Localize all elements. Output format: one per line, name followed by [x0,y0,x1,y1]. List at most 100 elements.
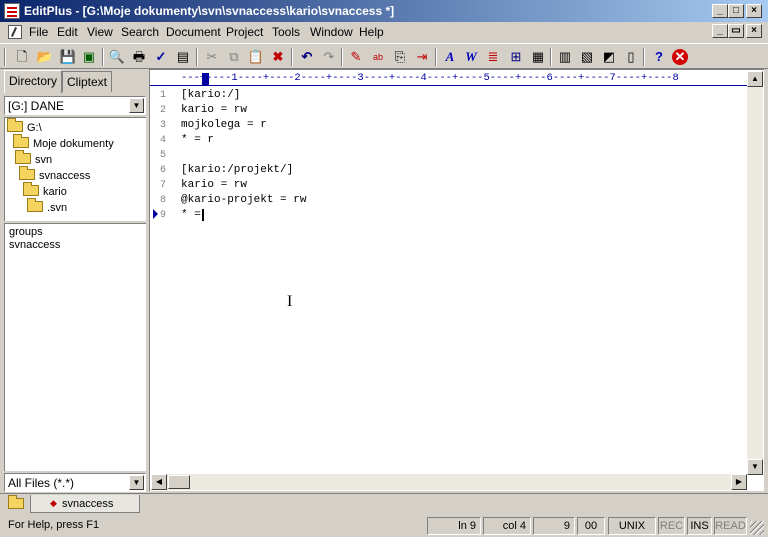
mdi-restore-button[interactable]: ▭ [728,24,744,38]
scroll-left-button[interactable]: ◀ [151,474,167,490]
line-number: 7 [160,180,167,191]
close-button[interactable]: × [746,4,762,18]
save-icon[interactable]: 💾 [59,48,77,66]
code-line[interactable]: @kario-projekt = rw [181,193,306,208]
folder-open-icon [15,150,31,164]
menu-project[interactable]: Project [226,25,263,39]
file-list[interactable]: groups svnaccess [4,223,146,471]
code-line[interactable]: [kario:/projekt/] [181,163,293,178]
html-preview-icon[interactable]: ▤ [174,48,192,66]
replace-icon[interactable]: ab [369,48,387,66]
paste-icon[interactable]: 📋 [247,48,265,66]
editor-pane[interactable]: ---+----1----+----2----+----3----+----4-… [149,69,764,491]
status-file-format[interactable]: UNIX [608,517,656,535]
find-icon[interactable]: ✎ [347,48,365,66]
folder-open-icon [23,182,39,196]
menu-search[interactable]: Search [121,25,159,39]
list-item[interactable]: groups [9,226,43,238]
code-line[interactable]: * = r [181,133,214,148]
line-number: 8 [160,195,167,206]
copy-icon[interactable]: ⧉ [225,48,243,66]
browser-icon[interactable]: ◩ [600,48,618,66]
tree-item-svn-hidden[interactable]: .svn [27,198,67,217]
code-line[interactable]: kario = rw [181,178,247,193]
text-cursor [202,209,204,221]
chevron-down-icon[interactable]: ▼ [129,475,144,490]
find-in-files-icon[interactable]: ⎘ [391,48,409,66]
status-hex-code: 00 [577,517,605,535]
resize-grip-icon[interactable] [750,521,764,535]
line-number: 3 [160,120,167,131]
print-preview-icon[interactable]: 🔍 [108,48,126,66]
font-icon[interactable]: A [441,48,459,66]
ruler: ---+----1----+----2----+----3----+----4-… [181,72,679,84]
column-select-icon[interactable]: ⊞ [507,48,525,66]
scroll-up-button[interactable]: ▲ [747,71,763,87]
line-number: 6 [160,165,167,176]
line-number: 9 [160,210,167,221]
document-icon[interactable] [8,25,22,39]
menu-help[interactable]: Help [359,25,384,39]
menu-edit[interactable]: Edit [57,25,78,39]
directory-window-icon[interactable]: ▥ [556,48,574,66]
document-tab[interactable]: ◆ svnaccess [30,495,140,513]
line-number: 4 [160,135,167,146]
ruler-icon[interactable]: ▦ [529,48,547,66]
list-item[interactable]: svnaccess [9,239,60,251]
toolbar-separator [291,48,293,66]
undo-icon[interactable]: ↶ [298,48,316,66]
drive-select[interactable]: [G:] DANE ▼ [4,96,146,115]
status-ins[interactable]: INS [687,517,712,535]
tab-cliptext[interactable]: Cliptext [62,71,113,92]
output-window-icon[interactable]: ▧ [578,48,596,66]
mdi-minimize-button[interactable]: _ [712,24,728,38]
cut-icon[interactable]: ✂ [203,48,221,66]
menu-document[interactable]: Document [166,25,221,39]
status-rec: REC [658,517,685,535]
directory-tree[interactable]: G:\ Moje dokumenty svn svnaccess kario .… [4,117,146,221]
scroll-right-button[interactable]: ▶ [731,474,747,490]
chevron-down-icon[interactable]: ▼ [129,98,144,113]
status-read[interactable]: READ [714,517,747,535]
save-all-icon[interactable]: ▣ [80,48,98,66]
menu-tools[interactable]: Tools [272,25,300,39]
code-line[interactable]: kario = rw [181,103,247,118]
goto-line-icon[interactable]: ⇥ [413,48,431,66]
title-bar: EditPlus - [G:\Moje dokumenty\svn\svnacc… [0,0,768,22]
line-number-icon[interactable]: ≣ [484,48,502,66]
stop-icon[interactable]: ✕ [672,49,688,65]
file-filter-select[interactable]: All Files (*.*) ▼ [4,473,146,492]
code-line[interactable]: mojkolega = r [181,118,267,133]
menu-window[interactable]: Window [310,25,353,39]
tab-directory[interactable]: Directory [4,70,63,93]
status-column: col 4 [483,517,531,535]
scroll-down-button[interactable]: ▼ [747,459,763,475]
horizontal-scrollbar[interactable]: ◀ ▶ [151,474,747,490]
tree-item-moje-dokumenty[interactable]: Moje dokumenty [13,134,114,153]
help-icon[interactable]: ? [650,48,668,66]
scroll-thumb[interactable] [168,475,190,489]
menu-file[interactable]: File [29,25,48,39]
redo-icon[interactable]: ↷ [320,48,338,66]
menu-view[interactable]: View [87,25,113,39]
folder-icon[interactable] [8,495,24,509]
ruler-divider [150,85,747,86]
app-icon[interactable] [4,3,20,19]
open-folder-icon[interactable]: 📂 [36,48,54,66]
word-wrap-icon[interactable]: W [462,48,480,66]
new-file-icon[interactable]: 🗋 [13,48,31,66]
modified-marker-icon: ◆ [50,498,57,508]
code-line[interactable]: * = [181,208,201,223]
vertical-scrollbar[interactable]: ▲ ▼ [747,71,763,475]
code-line[interactable]: [kario:/] [181,88,240,103]
toolbar-separator [643,48,645,66]
cliptext-icon[interactable]: ▯ [622,48,640,66]
delete-icon[interactable]: ✖ [269,48,287,66]
mdi-close-button[interactable]: × [746,24,762,38]
maximize-button[interactable]: □ [728,4,744,18]
print-icon[interactable]: 🖶 [130,48,148,66]
status-bar: For Help, press F1 ln 9 col 4 9 00 UNIX … [0,515,768,537]
line-number: 5 [160,150,167,161]
minimize-button[interactable]: _ [712,4,728,18]
spell-check-icon[interactable]: ✓ [152,48,170,66]
